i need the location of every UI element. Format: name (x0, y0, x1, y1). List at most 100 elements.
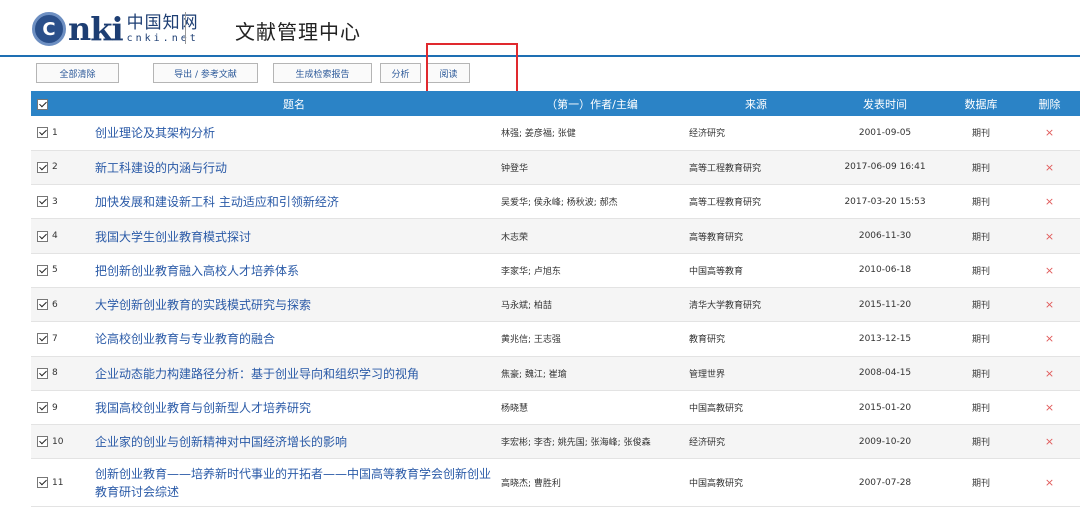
row-source: 经济研究 (689, 129, 726, 140)
row-title-link[interactable]: 创新创业教育——培养新时代事业的开拓者——中国高等教育学会创新创业教育研讨会综述 (89, 459, 499, 507)
row-delete-button[interactable]: × (1019, 116, 1080, 150)
row-title-link[interactable]: 创业理论及其架构分析 (89, 116, 499, 150)
row-select-cell[interactable]: 9 (31, 390, 89, 424)
row-date: 2009-10-20 (858, 436, 912, 447)
row-delete-button[interactable]: × (1019, 322, 1080, 356)
row-index: 9 (52, 402, 58, 413)
row-source: 高等工程教育研究 (689, 163, 762, 174)
row-delete-button[interactable]: × (1019, 185, 1080, 219)
row-source: 管理世界 (689, 369, 726, 380)
cnki-logo[interactable]: C nki 中国知网 cnki.net (32, 8, 199, 50)
row-title-link[interactable]: 论高校创业教育与专业教育的融合 (89, 322, 499, 356)
row-index: 1 (52, 127, 58, 138)
row-select-cell[interactable]: 2 (31, 150, 89, 184)
row-checkbox[interactable] (37, 230, 48, 242)
row-select-cell[interactable]: 5 (31, 253, 89, 287)
table-row: 7 论高校创业教育与专业教育的融合 黄兆信; 王志强 教育研究 2013-12-… (31, 322, 1080, 357)
row-index: 2 (52, 162, 58, 173)
column-header-date[interactable]: 发表时间 (827, 91, 943, 116)
column-header-source[interactable]: 来源 (685, 91, 827, 116)
row-delete-button[interactable]: × (1019, 459, 1080, 507)
row-index: 3 (52, 196, 58, 207)
row-select-cell[interactable]: 10 (31, 425, 89, 459)
row-database: 期刊 (971, 129, 990, 140)
row-title-link[interactable]: 新工科建设的内涵与行动 (89, 150, 499, 184)
row-delete-button[interactable]: × (1019, 356, 1080, 390)
row-title-link[interactable]: 企业家的创业与创新精神对中国经济增长的影响 (89, 425, 499, 459)
row-select-cell[interactable]: 3 (31, 185, 89, 219)
column-header-database[interactable]: 数据库 (943, 91, 1019, 116)
row-title-link[interactable]: 把创新创业教育融入高校人才培养体系 (89, 253, 499, 287)
column-header-author[interactable]: （第一）作者/主编 (499, 91, 685, 116)
row-checkbox[interactable] (37, 161, 48, 173)
row-author: 马永斌; 柏喆 (501, 301, 552, 312)
row-title-link[interactable]: 我国大学生创业教育模式探讨 (89, 219, 499, 253)
select-all-checkbox-cell[interactable] (31, 91, 89, 116)
clear-all-button[interactable]: 全部清除 (36, 63, 119, 83)
row-title-link[interactable]: 加快发展和建设新工科 主动适应和引领新经济 (89, 185, 499, 219)
export-references-button[interactable]: 导出 / 参考文献 (153, 63, 258, 83)
row-index: 5 (52, 265, 58, 276)
row-checkbox[interactable] (37, 127, 48, 139)
row-select-cell[interactable]: 11 (31, 459, 89, 507)
row-source: 中国高等教育 (689, 266, 744, 277)
row-title-link[interactable]: 大学创新创业教育的实践模式研究与探索 (89, 287, 499, 321)
table-body: 1 创业理论及其架构分析 林强; 姜彦福; 张健 经济研究 2001-09-05… (31, 116, 1080, 507)
row-delete-button[interactable]: × (1019, 253, 1080, 287)
table-row: 9 我国高校创业教育与创新型人才培养研究 杨晓慧 中国高教研究 2015-01-… (31, 390, 1080, 425)
row-index: 6 (52, 299, 58, 310)
row-checkbox[interactable] (37, 196, 48, 208)
row-delete-button[interactable]: × (1019, 287, 1080, 321)
row-checkbox[interactable] (37, 402, 48, 414)
row-author: 木志荣 (501, 232, 529, 243)
select-all-checkbox[interactable] (37, 98, 48, 110)
row-checkbox[interactable] (37, 333, 48, 345)
row-delete-button[interactable]: × (1019, 150, 1080, 184)
table-row: 10 企业家的创业与创新精神对中国经济增长的影响 李宏彬; 李杏; 姚先国; 张… (31, 424, 1080, 459)
row-checkbox[interactable] (37, 264, 48, 276)
row-title-link[interactable]: 企业动态能力构建路径分析：基于创业导向和组织学习的视角 (89, 356, 499, 390)
row-select-cell[interactable]: 7 (31, 322, 89, 356)
row-checkbox[interactable] (37, 436, 48, 448)
row-date: 2015-11-20 (858, 299, 912, 310)
row-select-cell[interactable]: 4 (31, 219, 89, 253)
row-date: 2013-12-15 (858, 333, 912, 344)
table-row: 11 创新创业教育——培养新时代事业的开拓者——中国高等教育学会创新创业教育研讨… (31, 459, 1080, 507)
row-select-cell[interactable]: 1 (31, 116, 89, 150)
row-checkbox[interactable] (37, 367, 48, 379)
header-divider (185, 12, 186, 44)
table-row: 2 新工科建设的内涵与行动 钟登华 高等工程教育研究 2017-06-09 16… (31, 150, 1080, 185)
table-row: 6 大学创新创业教育的实践模式研究与探索 马永斌; 柏喆 清华大学教育研究 20… (31, 287, 1080, 322)
row-delete-button[interactable]: × (1019, 219, 1080, 253)
page-title: 文献管理中心 (235, 20, 361, 44)
row-select-cell[interactable]: 8 (31, 356, 89, 390)
row-delete-button[interactable]: × (1019, 390, 1080, 424)
analyze-button[interactable]: 分析 (380, 63, 421, 83)
row-author: 杨晓慧 (501, 404, 529, 415)
literature-table-wrap: 题名 （第一）作者/主编 来源 发表时间 数据库 删除 1 创业理论及其架构分析… (31, 91, 1080, 507)
row-author: 林强; 姜彦福; 张健 (501, 129, 576, 140)
header-bar: C nki 中国知网 cnki.net 文献管理中心 (0, 0, 1080, 57)
generate-report-button[interactable]: 生成检索报告 (273, 63, 372, 83)
read-button[interactable]: 阅读 (427, 63, 470, 83)
row-author: 焦豪; 魏江; 崔瑜 (501, 369, 567, 380)
row-database: 期刊 (971, 266, 990, 277)
row-delete-button[interactable]: × (1019, 425, 1080, 459)
row-database: 期刊 (971, 198, 990, 209)
row-date: 2008-04-15 (858, 368, 912, 379)
row-database: 期刊 (971, 479, 990, 490)
row-database: 期刊 (971, 438, 990, 449)
column-header-title[interactable]: 题名 (89, 91, 499, 116)
row-author: 钟登华 (501, 163, 529, 174)
row-source: 中国高教研究 (689, 404, 744, 415)
row-index: 11 (52, 477, 64, 488)
row-checkbox[interactable] (37, 299, 48, 311)
row-title-link[interactable]: 我国高校创业教育与创新型人才培养研究 (89, 390, 499, 424)
table-row: 8 企业动态能力构建路径分析：基于创业导向和组织学习的视角 焦豪; 魏江; 崔瑜… (31, 356, 1080, 391)
literature-table: 题名 （第一）作者/主编 来源 发表时间 数据库 删除 1 创业理论及其架构分析… (31, 91, 1080, 507)
row-select-cell[interactable]: 6 (31, 287, 89, 321)
row-checkbox[interactable] (37, 477, 48, 489)
